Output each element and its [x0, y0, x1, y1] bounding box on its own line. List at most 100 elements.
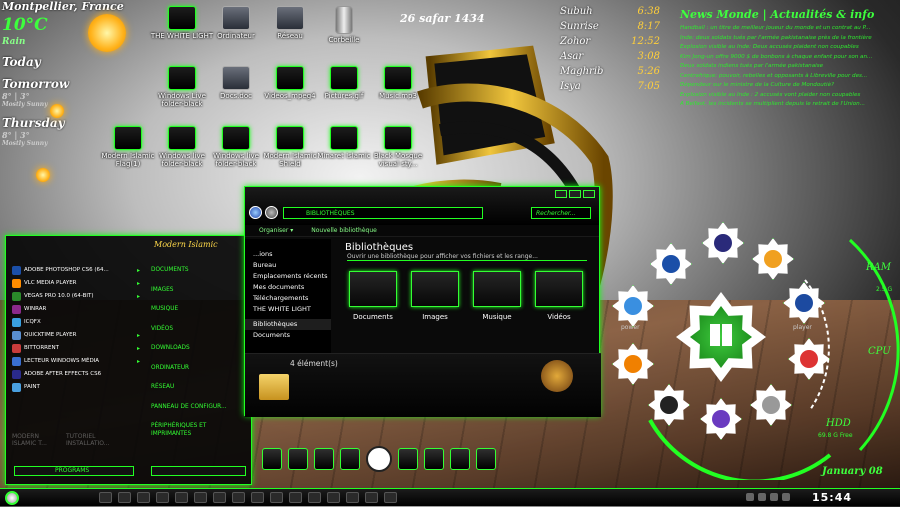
news-item[interactable]: Deux soldats indiens tués par l'armée pa…	[680, 62, 900, 72]
dock-app-icon[interactable]	[288, 448, 308, 470]
dock-app-icon[interactable]	[476, 448, 496, 470]
desktop-icon[interactable]: Corbeille	[312, 6, 376, 44]
tray-icon[interactable]	[770, 493, 778, 501]
dock-app-icon[interactable]	[424, 448, 444, 470]
dock-app-icon[interactable]	[340, 448, 360, 470]
dock-app-icon[interactable]	[262, 448, 282, 470]
tray-icon[interactable]	[782, 493, 790, 501]
eclipse-icon[interactable]	[700, 398, 742, 440]
news-item[interactable]: Handball : un titre de meilleur joueur d…	[680, 24, 900, 34]
minimize-button[interactable]	[555, 190, 567, 198]
media-icon[interactable]	[783, 282, 825, 324]
maximize-button[interactable]	[569, 190, 581, 198]
dock-app-icon[interactable]	[450, 448, 470, 470]
taskbar-app-icon[interactable]	[194, 492, 207, 503]
photoshop-icon[interactable]	[650, 243, 692, 285]
program-item[interactable]: VEGAS PRO 10.0 (64-BIT) ▸	[12, 290, 140, 303]
clock-icon[interactable]	[366, 446, 392, 472]
place-item[interactable]: PÉRIPHÉRIQUES ET IMPRIMANTES	[151, 422, 241, 442]
forward-button[interactable]	[265, 206, 278, 219]
taskbar-app-icon[interactable]	[308, 492, 321, 503]
monitor-icon[interactable]	[612, 285, 654, 327]
nav-item[interactable]: Téléchargements	[245, 293, 331, 304]
taskbar-app-icon[interactable]	[289, 492, 302, 503]
program-item[interactable]: ICQFX	[12, 316, 140, 329]
gmail-icon[interactable]	[788, 338, 830, 380]
recycle-bin-icon	[335, 6, 353, 34]
taskbar-app-icon[interactable]	[156, 492, 169, 503]
program-item[interactable]: ADOBE PHOTOSHOP CS6 (64... ▸	[12, 264, 140, 277]
library-item[interactable]: Vidéos	[531, 271, 587, 321]
taskbar-app-icon[interactable]	[270, 492, 283, 503]
nav-item[interactable]: Emplacements récents	[245, 271, 331, 282]
folder-app-icon[interactable]	[752, 238, 794, 280]
library-item[interactable]: Images	[407, 271, 463, 321]
news-item[interactable]: Explosion visible au Inde: Deux accusés …	[680, 43, 900, 53]
item-count: 4 élément(s)	[290, 359, 338, 368]
windows-start-icon[interactable]	[676, 292, 766, 382]
news-item[interactable]: A Belfast, les incidents se multiplient …	[680, 100, 900, 110]
dock-app-icon[interactable]	[314, 448, 334, 470]
taskbar-app-icon[interactable]	[213, 492, 226, 503]
news-item[interactable]: Dépendeur sur le ministre de la Culture …	[680, 81, 900, 91]
taskbar-app-icon[interactable]	[137, 492, 150, 503]
taskbar-app-icon[interactable]	[175, 492, 188, 503]
nav-item[interactable]: Bibliothèques	[245, 319, 331, 330]
place-item[interactable]: ORDINATEUR	[151, 364, 241, 384]
program-item[interactable]: LECTEUR WINDOWS MÉDIA ▸	[12, 355, 140, 368]
taskbar-app-icon[interactable]	[365, 492, 378, 503]
library-item[interactable]: Musique	[469, 271, 525, 321]
close-button[interactable]	[583, 190, 595, 198]
taskbar-app-icon[interactable]	[327, 492, 340, 503]
back-button[interactable]	[249, 206, 262, 219]
taskbar-app-icon[interactable]	[384, 492, 397, 503]
shortcut-label[interactable]: MODERN ISLAMIC T...	[12, 433, 62, 447]
programs-button[interactable]: PROGRAMS	[14, 466, 134, 476]
program-item[interactable]: WINRAR	[12, 303, 140, 316]
search-input[interactable]: Rechercher...	[531, 207, 591, 219]
news-item[interactable]: Inde: deux soldats tués par l'armée paki…	[680, 34, 900, 44]
start-button[interactable]	[5, 490, 19, 505]
library-item[interactable]: Documents	[345, 271, 401, 321]
taskbar-app-icon[interactable]	[232, 492, 245, 503]
start-search-input[interactable]	[151, 466, 246, 476]
nav-item[interactable]: THE WHITE LIGHT	[245, 304, 331, 315]
nav-item[interactable]: Mes documents	[245, 282, 331, 293]
taskbar-app-icon[interactable]	[346, 492, 359, 503]
new-library-button[interactable]: Nouvelle bibliothèque	[311, 227, 377, 234]
place-item[interactable]: MUSIQUE	[151, 305, 241, 325]
taskbar-app-icon[interactable]	[99, 492, 112, 503]
news-item[interactable]: Kim Jong-un offre 9000 $ de bonbons à ch…	[680, 53, 900, 63]
program-item[interactable]: VLC MEDIA PLAYER ▸	[12, 277, 140, 290]
nav-item[interactable]: Documents	[245, 330, 331, 341]
cpu-label: CPU	[868, 346, 891, 357]
nav-item[interactable]: Bureau	[245, 260, 331, 271]
tray-icon[interactable]	[758, 493, 766, 501]
taskbar-clock[interactable]: 15:44	[812, 489, 852, 507]
firefox-icon[interactable]	[612, 343, 654, 385]
taskbar-app-icon[interactable]	[118, 492, 131, 503]
place-item[interactable]: DOCUMENTS	[151, 266, 241, 286]
place-item[interactable]: RÉSEAU	[151, 383, 241, 403]
taskbar-app-icon[interactable]	[251, 492, 264, 503]
organize-button[interactable]: Organiser ▾	[259, 227, 293, 234]
network-icon[interactable]	[750, 384, 792, 426]
place-item[interactable]: VIDÉOS	[151, 325, 241, 345]
address-bar[interactable]: BIBLIOTHÈQUES	[283, 207, 483, 219]
program-item[interactable]: ADOBE AFTER EFFECTS CS6	[12, 368, 140, 381]
program-item[interactable]: BITTORRENT ▸	[12, 342, 140, 355]
camera-icon[interactable]	[648, 384, 690, 426]
dock-app-icon[interactable]	[398, 448, 418, 470]
place-item[interactable]: DOWNLOADS	[151, 344, 241, 364]
tray-icon[interactable]	[746, 493, 754, 501]
news-item[interactable]: Explosion visible au Inde : 2 accusés vo…	[680, 91, 900, 101]
shortcut-label[interactable]: TUTORIEL INSTALLATIO...	[66, 433, 126, 447]
program-item[interactable]: QUICKTIME PLAYER ▸	[12, 329, 140, 342]
nav-item[interactable]: ...ions	[245, 249, 331, 260]
after-effects-icon[interactable]	[702, 222, 744, 264]
news-item[interactable]: Centrafrique: pouvoir, rebelles et oppos…	[680, 72, 900, 82]
desktop-icon[interactable]: Music.mp3	[366, 66, 430, 100]
place-item[interactable]: PANNEAU DE CONFIGUR...	[151, 403, 241, 423]
desktop-icon[interactable]: Black Mosque visual sty...	[366, 126, 430, 168]
place-item[interactable]: IMAGES	[151, 286, 241, 306]
